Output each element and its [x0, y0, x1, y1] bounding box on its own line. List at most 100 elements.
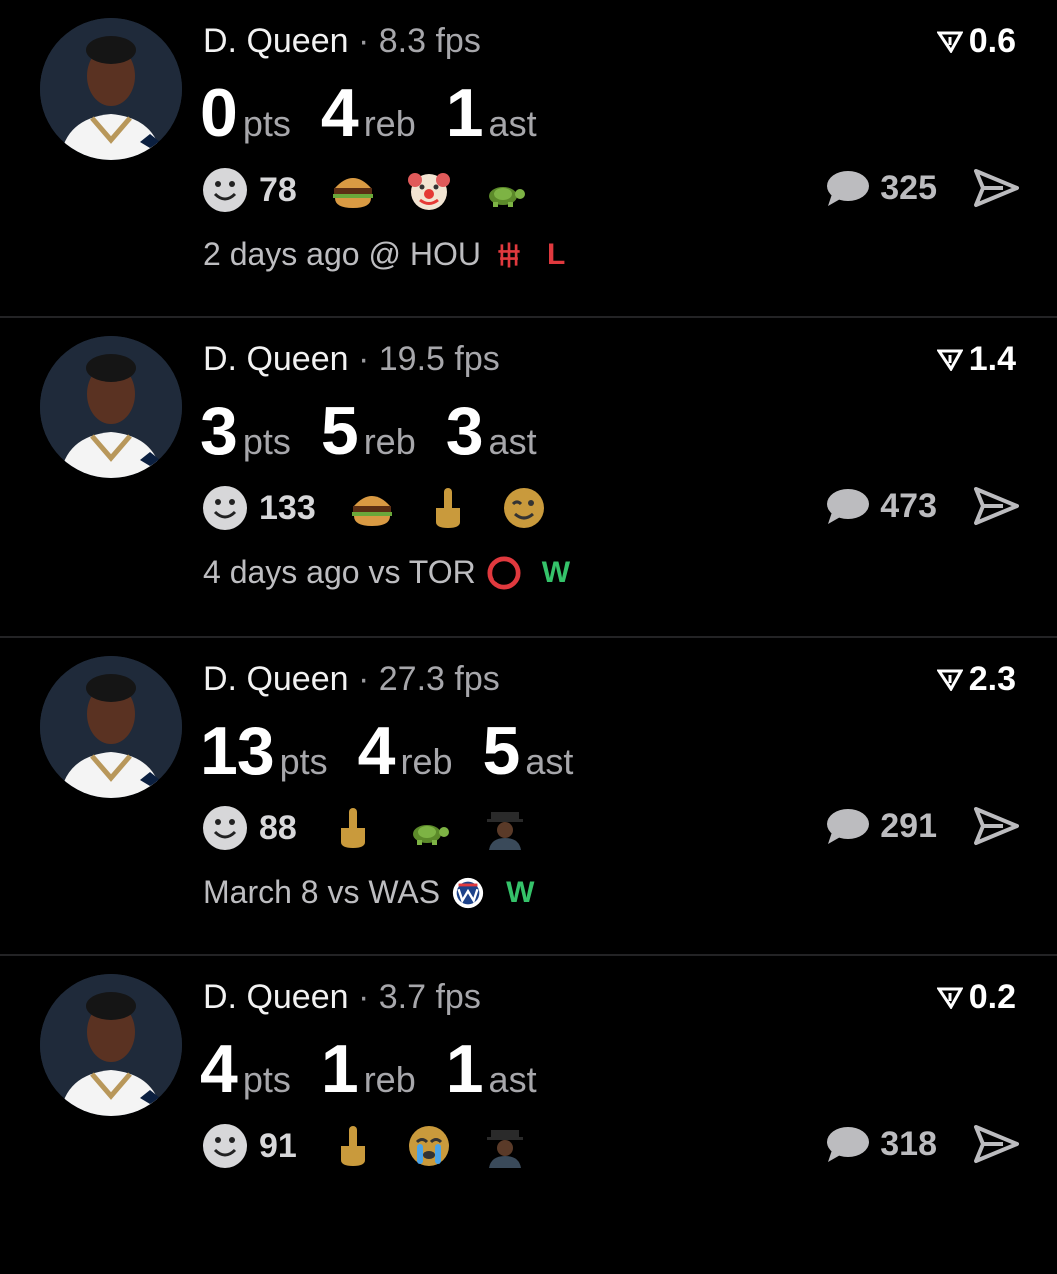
person-with-hat-emoji[interactable]	[479, 802, 531, 854]
stat-line: 4 pts 1 reb 1 ast	[200, 1030, 567, 1108]
comment-count: 473	[880, 486, 937, 525]
middle-finger-emoji[interactable]	[327, 802, 379, 854]
winking-face-emoji[interactable]	[498, 482, 550, 534]
stat-unit: pts	[242, 103, 291, 144]
stat-unit: reb	[363, 421, 416, 462]
rating-value: 0.2	[968, 978, 1016, 1016]
send-icon[interactable]	[973, 486, 1019, 526]
stat-unit: pts	[279, 741, 328, 782]
smiley-icon[interactable]	[203, 1124, 247, 1168]
stat-reb: 4 reb	[358, 712, 453, 790]
speech-bubble-icon	[827, 1127, 870, 1162]
stat-line: 13 pts 4 reb 5 ast	[200, 712, 603, 790]
rating-value: 2.3	[968, 660, 1016, 698]
drop-arrow-icon	[936, 669, 963, 691]
stat-unit: ast	[488, 1059, 537, 1100]
smiley-icon[interactable]	[203, 168, 247, 212]
burger-emoji[interactable]	[327, 164, 379, 216]
game-card[interactable]: D. Queen · 27.3 fps 2.3 13 pts 4 reb 5 ast …	[0, 638, 1057, 956]
stat-line: 3 pts 5 reb 3 ast	[200, 392, 567, 470]
player-name[interactable]: D. Queen	[203, 978, 349, 1016]
drop-arrow-icon	[936, 31, 963, 53]
reactions: 133	[203, 482, 574, 534]
rating: 1.4	[936, 340, 1016, 379]
stat-value: 4	[357, 713, 396, 789]
stat-value: 1	[445, 1031, 484, 1107]
raptors-logo	[486, 555, 522, 591]
middle-finger-emoji[interactable]	[422, 482, 474, 534]
drop-arrow-icon	[936, 349, 963, 371]
comment-button[interactable]: 473	[824, 486, 937, 526]
speech-bubble-icon	[827, 489, 870, 524]
comment-button[interactable]: 325	[824, 168, 937, 208]
player-name[interactable]: D. Queen	[203, 340, 349, 378]
burger-emoji[interactable]	[346, 482, 398, 534]
reactions: 91	[203, 1120, 555, 1172]
stat-unit: ast	[525, 741, 574, 782]
stat-value: 5	[320, 393, 359, 469]
turtle-emoji[interactable]	[403, 802, 455, 854]
player-avatar[interactable]	[40, 656, 182, 798]
comment-count: 291	[880, 806, 937, 845]
person-with-hat-emoji[interactable]	[479, 1120, 531, 1172]
game-when: March 8 vs WAS	[203, 874, 441, 910]
crying-face-emoji[interactable]	[403, 1120, 455, 1172]
card-header: D. Queen · 27.3 fps	[203, 660, 500, 699]
stat-ast: 1 ast	[446, 1030, 537, 1108]
rockets-logo	[491, 237, 527, 273]
rating: 2.3	[936, 660, 1016, 699]
stat-unit: reb	[363, 103, 416, 144]
fps-value: 8.3 fps	[378, 22, 481, 60]
stat-pts: 3 pts	[200, 392, 291, 470]
separator: ·	[357, 660, 370, 698]
game-meta: 4 days ago vs TOR W	[203, 554, 570, 591]
game-when: 4 days ago vs TOR	[203, 554, 476, 590]
game-result: W	[541, 555, 571, 589]
clown-emoji[interactable]	[403, 164, 455, 216]
send-icon[interactable]	[973, 806, 1019, 846]
comment-count: 318	[880, 1124, 937, 1163]
game-meta: March 8 vs WAS W	[203, 874, 534, 911]
comment-button[interactable]: 291	[824, 806, 937, 846]
stat-unit: pts	[242, 1059, 291, 1100]
player-avatar[interactable]	[40, 18, 182, 160]
card-header: D. Queen · 8.3 fps	[203, 22, 481, 61]
smiley-icon[interactable]	[203, 486, 247, 530]
player-name[interactable]: D. Queen	[203, 660, 349, 698]
comment-button[interactable]: 318	[824, 1124, 937, 1164]
stat-reb: 4 reb	[321, 74, 416, 152]
reaction-count: 88	[259, 808, 297, 847]
stat-value: 0	[200, 75, 238, 151]
player-avatar[interactable]	[40, 336, 182, 478]
game-result: L	[546, 237, 566, 271]
reaction-count: 91	[259, 1126, 297, 1165]
card-header: D. Queen · 19.5 fps	[203, 340, 500, 379]
send-icon[interactable]	[973, 168, 1019, 208]
stat-value: 1	[320, 1031, 359, 1107]
reaction-count: 78	[259, 170, 297, 209]
wizards-logo	[450, 875, 486, 911]
player-name[interactable]: D. Queen	[203, 22, 349, 60]
stat-pts: 13 pts	[200, 712, 328, 790]
stat-unit: reb	[400, 741, 453, 782]
stat-reb: 1 reb	[321, 1030, 416, 1108]
stat-pts: 0 pts	[200, 74, 291, 152]
stat-unit: ast	[488, 103, 537, 144]
comment-count: 325	[880, 168, 937, 207]
send-icon[interactable]	[973, 1124, 1019, 1164]
game-meta: 2 days ago @ HOU L	[203, 236, 565, 273]
drop-arrow-icon	[936, 987, 963, 1009]
stat-value: 1	[445, 75, 484, 151]
rating: 0.2	[936, 978, 1016, 1017]
turtle-emoji[interactable]	[479, 164, 531, 216]
game-card[interactable]: D. Queen · 19.5 fps 1.4 3 pts 5 reb 3 ast 1…	[0, 318, 1057, 638]
separator: ·	[357, 340, 370, 378]
game-card[interactable]: D. Queen · 8.3 fps 0.6 0 pts 4 reb 1 ast 78…	[0, 0, 1057, 318]
player-avatar[interactable]	[40, 974, 182, 1116]
middle-finger-emoji[interactable]	[327, 1120, 379, 1172]
smiley-icon[interactable]	[203, 806, 247, 850]
stat-unit: reb	[363, 1059, 416, 1100]
stat-value: 13	[200, 713, 275, 789]
game-card[interactable]: D. Queen · 3.7 fps 0.2 4 pts 1 reb 1 ast 91…	[0, 956, 1057, 1274]
stat-unit: ast	[488, 421, 537, 462]
